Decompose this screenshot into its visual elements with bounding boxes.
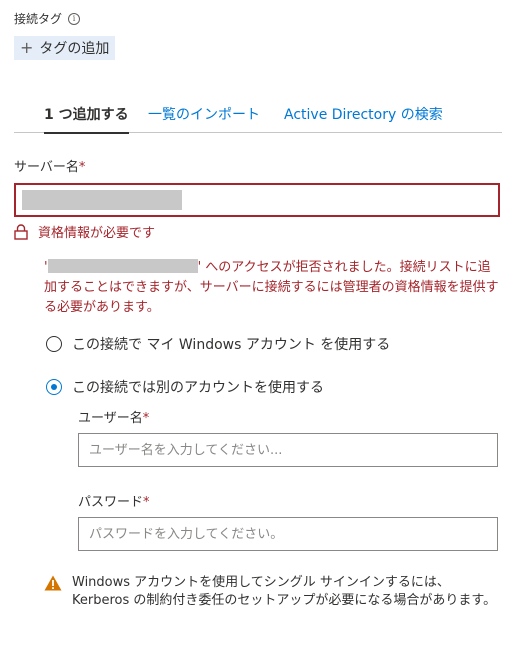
username-input[interactable] [78,433,498,467]
add-tag-button[interactable]: + タグの追加 [14,36,116,60]
radio-label: この接続で マイ Windows アカウント を使用する [72,337,391,353]
server-name-input[interactable] [14,183,500,217]
kerberos-warning: Windows アカウントを使用してシングル サインインするには、Kerbero… [44,574,504,610]
radio-label: この接続では別のアカウントを使用する [72,380,324,396]
username-label-text: ユーザー名 [78,411,143,426]
warning-icon [44,575,62,591]
tab-active-directory-search[interactable]: Active Directory の検索 [284,104,443,124]
required-mark: * [143,495,150,510]
radio-button-selected[interactable] [46,379,62,395]
username-label: ユーザー名* [78,407,149,426]
tab-import-list[interactable]: 一覧のインポート [148,104,260,124]
connection-tags-text: 接続タグ [14,12,63,26]
password-input[interactable] [78,517,498,551]
add-server-tabs: 1 つ追加する 一覧のインポート Active Directory の検索 [14,104,502,134]
radio-use-another-account[interactable]: この接続では別のアカウントを使用する [46,377,324,397]
warning-text: Windows アカウントを使用してシングル サインインするには、Kerbero… [72,575,497,608]
radio-button[interactable] [46,336,62,352]
credentials-required-message: 資格情報が必要です [14,222,155,241]
redacted-server-name [47,259,198,273]
password-label: パスワード* [78,491,150,510]
radio-use-my-windows-account[interactable]: この接続で マイ Windows アカウント を使用する [46,334,390,354]
add-tag-label: タグの追加 [39,41,110,57]
server-name-label: サーバー名* [14,156,85,175]
lock-icon [14,223,28,240]
redacted-server-value [22,190,182,210]
plus-icon: + [20,38,34,57]
access-denied-message: ' ' へのアクセスが拒否されました。接続リストに追加することはできますが、サーバ… [44,258,500,318]
required-mark: * [142,411,150,426]
server-name-label-text: サーバー名 [14,160,79,175]
required-mark: * [78,160,86,175]
tab-add-one[interactable]: 1 つ追加する [44,104,129,134]
connection-tags-label: 接続タグ i [14,10,81,27]
credentials-required-text: 資格情報が必要です [38,226,156,241]
info-icon[interactable]: i [68,12,81,25]
password-label-text: パスワード [78,495,144,510]
